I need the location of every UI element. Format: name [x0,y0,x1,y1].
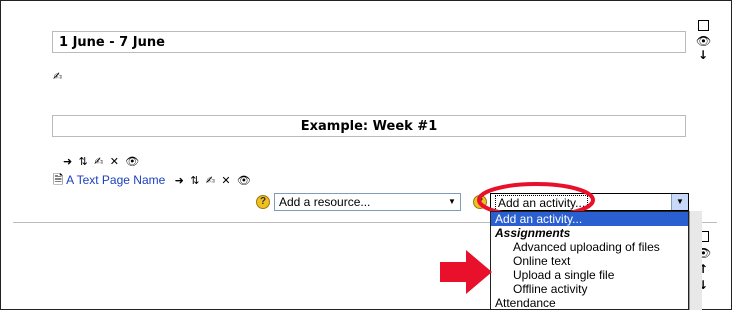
delete-x-icon[interactable]: ✕ [110,156,119,168]
help-icon[interactable]: ? [256,195,270,209]
move-icon[interactable]: ⇅ [79,156,88,168]
edit-pencil-icon[interactable]: ✍ [206,175,215,187]
eye-icon[interactable]: 👁 [237,175,251,187]
resource-row: 🗎 A Text Page Name ➜ ⇅ ✍ ✕ 👁 [53,173,254,187]
dropdown-option[interactable]: Upload a single file [513,268,614,282]
eye-icon[interactable]: 👁 [125,156,139,168]
indent-arrow-icon[interactable]: ➜ [175,175,184,187]
dropdown-option[interactable]: Advanced uploading of files [513,240,660,254]
dropdown-option-selected[interactable]: Add an activity... [491,212,688,226]
add-resource-select[interactable]: Add a resource... ▼ [274,193,461,211]
red-arrow-icon [440,250,492,294]
move-icon[interactable]: ⇅ [190,175,199,187]
chevron-down-icon: ▼ [448,197,456,206]
chevron-down-icon[interactable]: ▼ [671,194,688,210]
activity-dropdown-list: Add an activity... Assignments Advanced … [490,211,689,310]
indent-arrow-icon[interactable]: ➜ [63,156,72,168]
edit-pencil-icon[interactable]: ✍ [94,156,103,168]
show-only-this-week-icon[interactable] [698,20,709,31]
move-down-icon[interactable]: ↓ [696,48,710,62]
label-controls: ➜ ⇅ ✍ ✕ 👁 [63,154,142,168]
dropdown-option[interactable]: Offline activity [513,282,587,296]
dropdown-group-label: Assignments [495,226,571,240]
text-page-icon: 🗎 [53,173,64,188]
resource-link[interactable]: A Text Page Name [66,173,165,187]
dropdown-option-partial[interactable]: Attendance [495,296,556,309]
delete-x-icon[interactable]: ✕ [221,175,230,187]
dropdown-scrollbar[interactable] [689,211,702,310]
eye-icon[interactable]: 👁 [696,34,711,48]
week-title: 1 June - 7 June [52,31,686,53]
label-title: Example: Week #1 [52,115,686,137]
dropdown-option[interactable]: Online text [513,254,570,268]
edit-summary-icon[interactable]: ✍ [53,71,62,83]
